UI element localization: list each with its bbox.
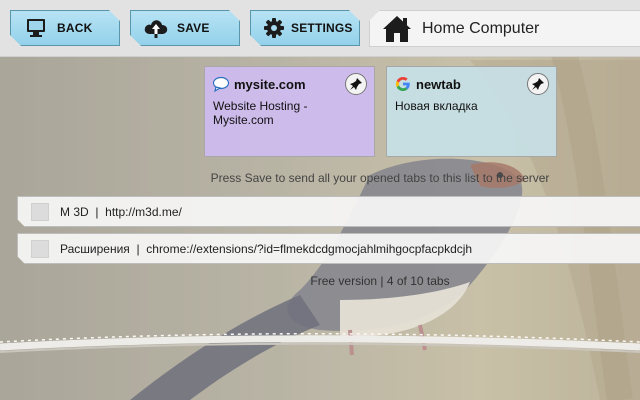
version-status: Free version | 4 of 10 tabs [310,274,450,288]
google-g-icon [395,76,411,92]
monitor-icon [23,15,49,41]
bookmark-card[interactable]: newtab Новая вкладка [386,66,557,157]
top-toolbar: BACK SAVE SETTINGS Home Computer [0,0,640,57]
gear-icon [261,15,287,41]
tab-text: Расширения | chrome://extensions/?id=flm… [60,242,472,256]
save-button-label: SAVE [177,21,210,35]
back-button-label: BACK [57,21,93,35]
tab-text: M 3D | http://m3d.me/ [60,205,182,219]
save-button[interactable]: SAVE [130,10,240,46]
bookmark-card[interactable]: mysite.com Website Hosting - Mysite.com [204,66,375,157]
bookmark-title: newtab [416,76,461,92]
cloud-upload-icon [143,15,169,41]
chat-bubble-icon [212,76,230,93]
tab-title: M 3D [60,204,89,219]
pin-icon[interactable] [527,73,549,95]
tab-checkbox[interactable] [31,203,49,221]
tab-url: chrome://extensions/?id=flmekdcdgmocjahl… [146,241,473,256]
bookmark-description: Новая вкладка [395,99,478,113]
tab-row[interactable]: Расширения | chrome://extensions/?id=flm… [17,233,640,264]
back-button[interactable]: BACK [10,10,120,46]
save-hint: Press Save to send all your opened tabs … [210,171,550,185]
device-name: Home Computer [422,19,540,37]
pin-icon[interactable] [345,73,367,95]
settings-button-label: SETTINGS [291,21,353,35]
tab-checkbox[interactable] [31,240,49,258]
tab-separator: | [136,241,140,256]
settings-button[interactable]: SETTINGS [250,10,360,46]
tab-separator: | [95,204,99,219]
house-icon [382,14,412,44]
tab-url: http://m3d.me/ [105,204,182,219]
tab-title: Расширения [60,241,130,256]
device-selector[interactable]: Home Computer [369,10,640,47]
tab-row[interactable]: M 3D | http://m3d.me/ [17,196,640,227]
bookmark-title: mysite.com [234,76,306,92]
bookmark-description: Website Hosting - Mysite.com [213,99,308,127]
